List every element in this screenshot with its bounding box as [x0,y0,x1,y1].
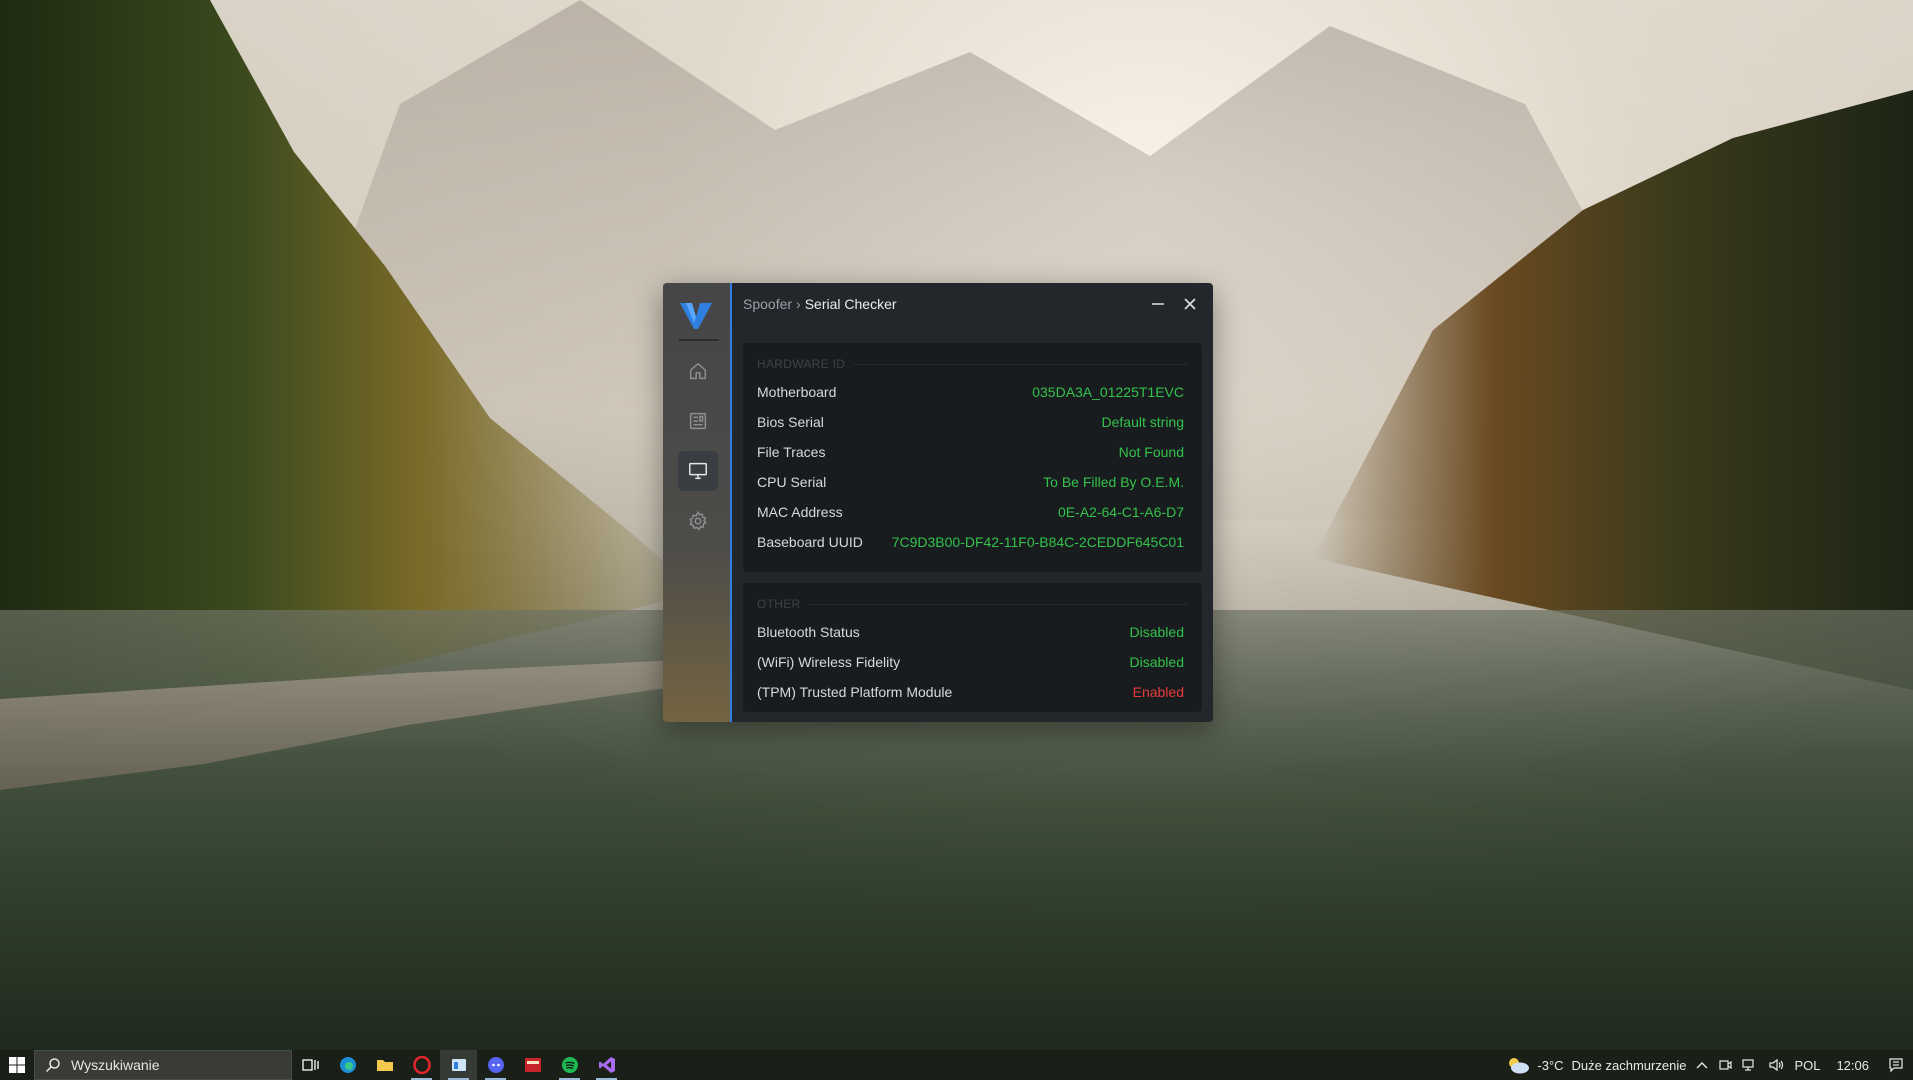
close-icon [1184,298,1196,310]
hw-row-file-traces: File Traces Not Found [757,437,1184,467]
row-label: (TPM) Trusted Platform Module [757,684,953,700]
row-value: Enabled [1132,684,1184,700]
chevron-up-icon [1696,1062,1708,1069]
row-value: Default string [1101,414,1184,430]
row-label: Bluetooth Status [757,624,860,640]
taskbar-discord[interactable] [477,1050,514,1080]
breadcrumb-current: Serial Checker [804,296,897,312]
weather-widget[interactable]: -3°C Duże zachmurzenie [1505,1056,1686,1074]
clock[interactable]: 12:06 [1836,1058,1869,1073]
task-view-button[interactable] [292,1050,329,1080]
taskbar-file-explorer[interactable] [366,1050,403,1080]
breadcrumb-root[interactable]: Spoofer [743,296,792,312]
search-placeholder: Wyszukiwanie [71,1057,160,1073]
folder-icon [376,1060,393,1071]
weather-desc: Duże zachmurzenie [1571,1057,1687,1073]
breadcrumb: Spoofer › Serial Checker [743,296,897,312]
row-value: Not Found [1118,444,1184,460]
minimize-button[interactable] [1147,293,1169,315]
nav-home-button[interactable] [678,351,718,391]
show-hidden-icons-button[interactable] [1696,1060,1708,1070]
other-row-wifi: (WiFi) Wireless Fidelity Disabled [757,647,1184,677]
hw-row-motherboard: Motherboard 035DA3A_01225T1EVC [757,377,1184,407]
windows-icon [9,1057,25,1073]
camera-icon [1719,1060,1733,1070]
network-button[interactable] [1742,1058,1758,1072]
taskbar-search[interactable]: Wyszukiwanie [34,1050,292,1080]
cloud-icon [1509,1058,1530,1074]
close-button[interactable] [1179,293,1201,315]
taskbar-spotify[interactable] [551,1050,588,1080]
row-value: 035DA3A_01225T1EVC [1032,384,1184,400]
row-label: File Traces [757,444,826,460]
visual-studio-icon [598,1057,615,1073]
taskbar: Wyszukiwanie -3°C Duże zachmurzenie POL … [0,1050,1913,1080]
hw-row-cpu-serial: CPU Serial To Be Filled By O.E.M. [757,467,1184,497]
row-value: 0E-A2-64-C1-A6-D7 [1057,504,1184,520]
row-label: Bios Serial [757,414,824,430]
minimize-icon [1152,303,1164,305]
edge-icon [339,1057,356,1073]
home-icon [689,362,707,380]
monitor-icon [689,462,707,480]
logo-divider [679,339,719,341]
row-label: Motherboard [757,384,837,400]
taskbar-edge[interactable] [329,1050,366,1080]
other-row-bluetooth: Bluetooth Status Disabled [757,617,1184,647]
weather-temp: -3°C [1537,1057,1564,1073]
notifications-button[interactable] [1879,1050,1913,1080]
other-row-tpm: (TPM) Trusted Platform Module Enabled [757,677,1184,707]
title-bar: Spoofer › Serial Checker [732,283,1213,325]
row-value: To Be Filled By O.E.M. [1043,474,1184,490]
taskbar-visual-studio[interactable] [588,1050,625,1080]
row-value: Disabled [1129,624,1184,640]
nav-settings-button[interactable] [678,501,718,541]
nav-serial-checker-button[interactable] [678,451,718,491]
network-icon [1742,1059,1755,1071]
sidebar [663,283,732,722]
gear-icon [689,510,707,531]
serial-checker-window: Spoofer › Serial Checker HARDWARE ID Mothe… [663,283,1213,722]
taskbar-app-current[interactable] [440,1050,477,1080]
game-app-icon [524,1058,541,1072]
section-title-hardware: HARDWARE ID [757,357,1188,371]
row-label: (WiFi) Wireless Fidelity [757,654,901,670]
hw-row-mac-address: MAC Address 0E-A2-64-C1-A6-D7 [757,497,1184,527]
row-value: Disabled [1129,654,1184,670]
language-indicator[interactable]: POL [1794,1058,1820,1073]
row-label: CPU Serial [757,474,827,490]
section-title-other: OTHER [757,597,1188,611]
start-button[interactable] [0,1050,34,1080]
breadcrumb-separator: › [796,296,801,312]
row-value: 7C9D3B00-DF42-11F0-B84C-2CEDDF645C01 [891,534,1184,550]
speaker-icon [1769,1058,1784,1072]
meet-now-button[interactable] [1718,1058,1733,1072]
app-logo-icon [680,303,712,329]
newspaper-icon [689,412,707,430]
other-panel: OTHER Bluetooth Status Disabled (WiFi) W… [743,583,1202,712]
row-label: MAC Address [757,504,843,520]
system-tray: -3°C Duże zachmurzenie POL 12:06 [1495,1050,1913,1080]
spotify-icon [561,1057,578,1073]
app-window-icon [451,1059,466,1071]
opera-icon [412,1056,431,1074]
taskbar-opera[interactable] [403,1050,440,1080]
volume-button[interactable] [1768,1058,1784,1072]
hw-row-baseboard-uuid: Baseboard UUID 7C9D3B00-DF42-11F0-B84C-2… [757,527,1184,557]
nav-news-button[interactable] [678,401,718,441]
taskbar-game-app[interactable] [514,1050,551,1080]
hw-row-bios-serial: Bios Serial Default string [757,407,1184,437]
search-icon [45,1058,60,1073]
task-view-icon [301,1059,319,1071]
row-label: Baseboard UUID [757,534,863,550]
notification-icon [1889,1058,1903,1073]
discord-icon [487,1057,504,1073]
hardware-id-panel: HARDWARE ID Motherboard 035DA3A_01225T1E… [743,343,1202,572]
